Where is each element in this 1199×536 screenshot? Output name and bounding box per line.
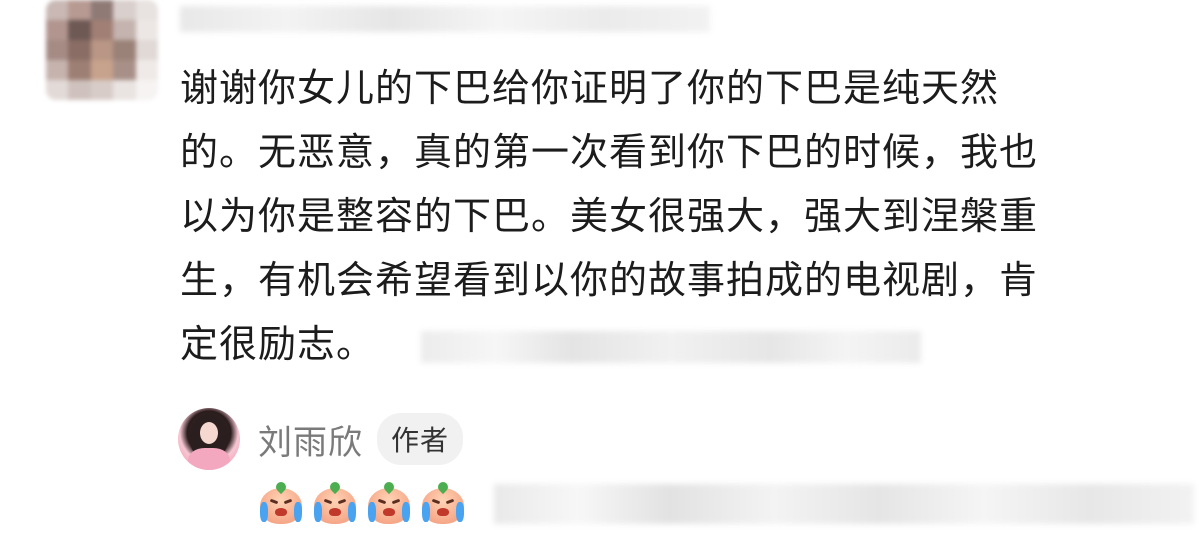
author-badge: 作者 — [377, 413, 464, 465]
crying-face-icon — [312, 479, 358, 526]
commenter-name-blurred — [180, 6, 710, 32]
avatar-body — [188, 448, 230, 470]
reply-text-blurred — [494, 484, 1194, 524]
crying-face-icon — [420, 479, 466, 526]
author-avatar[interactable] — [178, 408, 240, 470]
comment-text: 谢谢你女儿的下巴给你证明了你的下巴是纯天然 的。无恶意，真的第一次看到你下巴的时… — [180, 56, 1160, 376]
comment-line-text: 定很励志。 — [180, 322, 376, 366]
comment-line: 谢谢你女儿的下巴给你证明了你的下巴是纯天然 — [180, 66, 1000, 110]
comment-line: 定很励志。 — [180, 312, 1160, 376]
commenter-avatar-blurred[interactable] — [46, 0, 158, 100]
author-name[interactable]: 刘雨欣 — [258, 415, 363, 464]
comment-line: 生，有机会希望看到以你的故事拍成的电视剧，肯 — [180, 258, 1039, 302]
comment-meta-blurred — [421, 330, 922, 363]
crying-face-icon — [258, 479, 304, 526]
crying-face-icon — [366, 479, 412, 526]
comment-line: 的。无恶意，真的第一次看到你下巴的时候，我也 — [180, 130, 1039, 174]
reply-header: 刘雨欣 作者 — [178, 408, 464, 470]
comment-line: 以为你是整容的下巴。美女很强大，强大到涅槃重 — [180, 194, 1039, 238]
avatar-face — [200, 422, 218, 444]
reply-content — [258, 478, 1194, 530]
comment-item: 谢谢你女儿的下巴给你证明了你的下巴是纯天然 的。无恶意，真的第一次看到你下巴的时… — [0, 0, 1199, 400]
